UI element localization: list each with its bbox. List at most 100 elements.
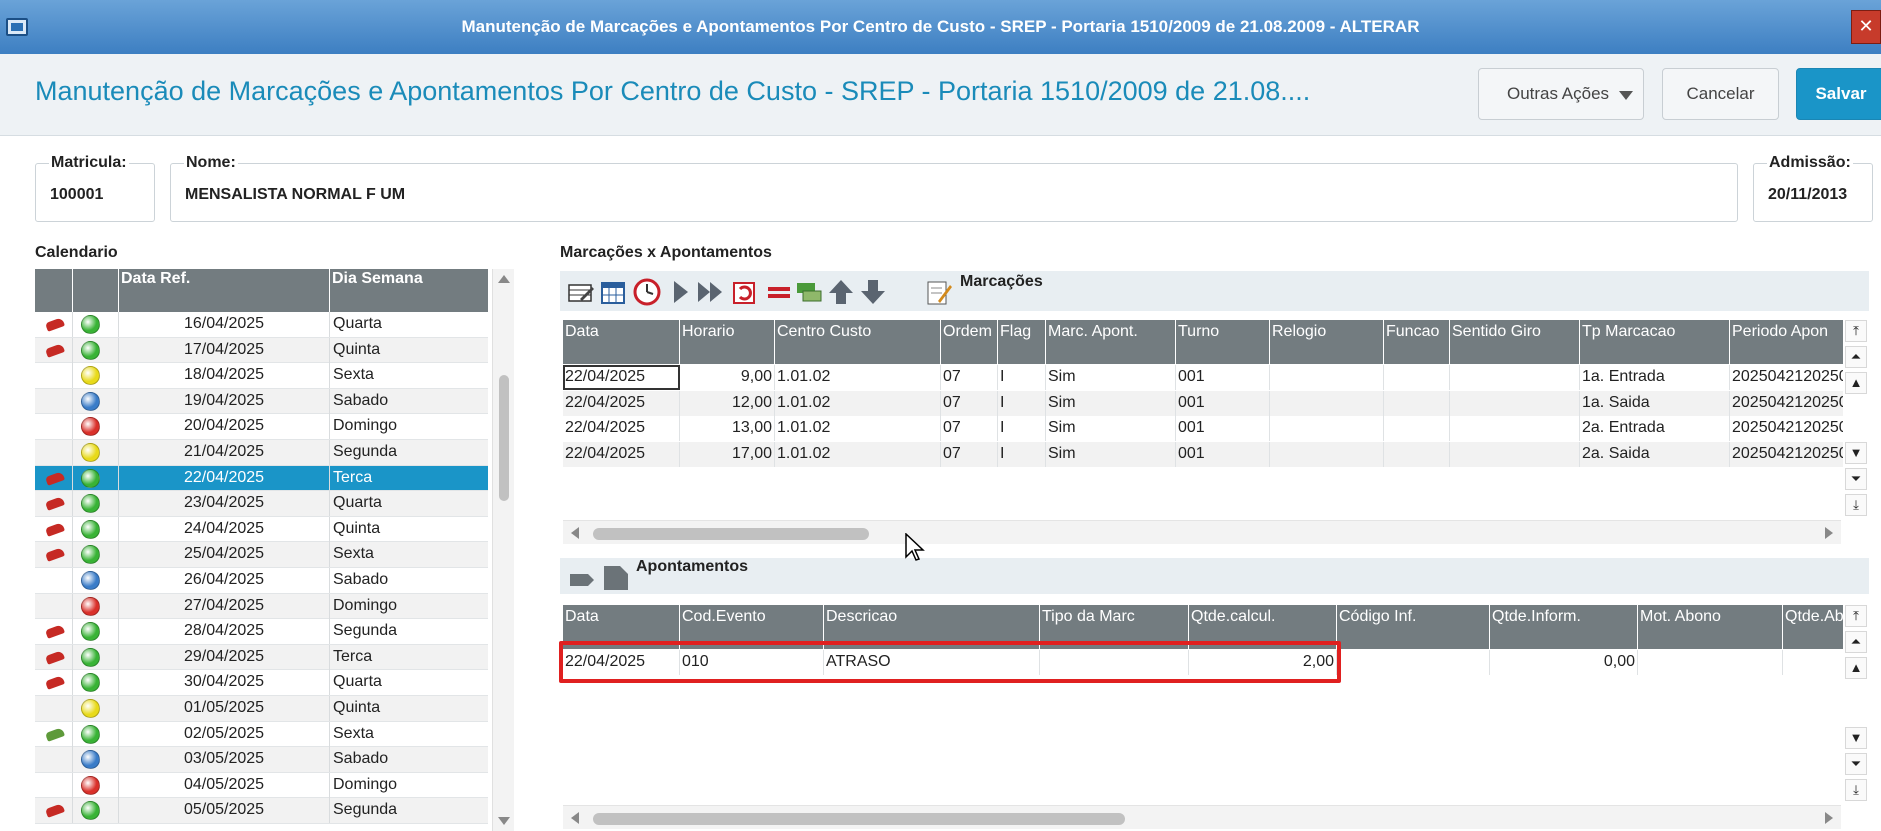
- apontamentos-col-header[interactable]: Qtde.Ab: [1783, 605, 1844, 649]
- clock-icon[interactable]: [632, 277, 662, 307]
- scroll-last-icon[interactable]: ⤓: [1845, 494, 1867, 516]
- scroll-down-icon[interactable]: [498, 817, 510, 825]
- marcacoes-col-header[interactable]: Relogio: [1270, 320, 1384, 364]
- apontamentos-col-header[interactable]: Qtde.Inform.: [1490, 605, 1638, 649]
- calendar-row[interactable]: 04/05/2025 Domingo: [35, 772, 488, 799]
- calendar-row[interactable]: 27/04/2025 Domingo: [35, 593, 488, 620]
- calendar-row[interactable]: 25/04/2025 Sexta: [35, 542, 488, 568]
- window-close-icon[interactable]: ✕: [1851, 10, 1881, 44]
- move-icon[interactable]: [568, 564, 598, 594]
- marcacoes-col-header[interactable]: Data: [563, 320, 680, 364]
- marcacoes-col-header[interactable]: Tp Marcacao: [1580, 320, 1730, 364]
- scroll-right-icon[interactable]: [1825, 527, 1833, 539]
- marcacoes-cell: 1.01.02: [775, 416, 941, 441]
- apontamentos-col-header[interactable]: Qtde.calcul.: [1189, 605, 1337, 649]
- scroll-up-icon[interactable]: [498, 275, 510, 283]
- calendar-icon[interactable]: [598, 277, 628, 307]
- calendar-row[interactable]: 23/04/2025 Quarta: [35, 491, 488, 517]
- calendar-row[interactable]: 22/04/2025 Terca: [35, 465, 488, 492]
- marcacoes-col-header[interactable]: Turno: [1176, 320, 1270, 364]
- scroll-page-down-icon[interactable]: ⏷: [1845, 468, 1867, 490]
- hscroll-thumb[interactable]: [593, 528, 869, 540]
- marcacoes-row[interactable]: 22/04/2025 9,00 1.01.02 07 I Sim 001 1a. Entrad…: [563, 365, 1844, 391]
- play-icon[interactable]: [666, 277, 696, 307]
- apontamentos-row[interactable]: 22/04/2025 010 ATRASO 2,00 0,00: [563, 650, 1844, 676]
- cancelar-button[interactable]: Cancelar: [1662, 68, 1779, 120]
- scroll-down-icon[interactable]: ▼: [1845, 442, 1867, 464]
- fast-forward-icon[interactable]: [696, 277, 726, 307]
- marcacoes-hscroll[interactable]: [563, 520, 1841, 544]
- undo-icon[interactable]: [730, 277, 760, 307]
- calendar-row[interactable]: 02/05/2025 Sexta: [35, 721, 488, 748]
- apontamentos-hscroll[interactable]: [563, 805, 1841, 829]
- calendar-row[interactable]: 29/04/2025 Terca: [35, 644, 488, 671]
- outras-acoes-button[interactable]: Outras Ações: [1478, 68, 1644, 120]
- marcacoes-col-header[interactable]: Periodo Apon: [1730, 320, 1844, 364]
- marcacoes-col-header[interactable]: Horario: [680, 320, 775, 364]
- matricula-field[interactable]: Matricula: 100001: [35, 154, 155, 222]
- arrow-down-icon[interactable]: [858, 277, 888, 307]
- scroll-right-icon[interactable]: [1825, 812, 1833, 824]
- apontamentos-col-header[interactable]: Tipo da Marc: [1040, 605, 1189, 649]
- marcacoes-cell: 1a. Entrada: [1580, 365, 1730, 390]
- calendar-scrollbar[interactable]: [492, 269, 514, 831]
- scroll-page-down-icon[interactable]: ⏷: [1845, 753, 1867, 775]
- calendar-row[interactable]: 03/05/2025 Sabado: [35, 747, 488, 773]
- calendar-row-icon-cell: [35, 337, 73, 363]
- col-dia-semana-header[interactable]: Dia Semana: [330, 269, 488, 312]
- marcacoes-row[interactable]: 22/04/2025 13,00 1.01.02 07 I Sim 001 2a. Entra…: [563, 416, 1844, 442]
- calendar-row[interactable]: 24/04/2025 Quinta: [35, 516, 488, 543]
- calendar-row[interactable]: 21/04/2025 Segunda: [35, 440, 488, 466]
- scroll-last-icon[interactable]: ⤓: [1845, 779, 1867, 801]
- marcacoes-col-header[interactable]: Sentido Giro: [1450, 320, 1580, 364]
- scroll-page-up-icon[interactable]: ⏶: [1845, 631, 1867, 653]
- marcacoes-col-header[interactable]: Ordem: [941, 320, 998, 364]
- nome-field[interactable]: Nome: MENSALISTA NORMAL F UM: [170, 154, 1738, 222]
- calendar-row[interactable]: 05/05/2025 Segunda: [35, 798, 488, 824]
- calendar-row[interactable]: 18/04/2025 Sexta: [35, 363, 488, 389]
- marcacoes-col-header[interactable]: Flag: [998, 320, 1046, 364]
- scroll-up-icon[interactable]: ▲: [1845, 372, 1867, 394]
- col-data-ref-header[interactable]: Data Ref.: [119, 269, 330, 312]
- calendar-row[interactable]: 19/04/2025 Sabado: [35, 388, 488, 415]
- marcacoes-col-header[interactable]: Centro Custo: [775, 320, 941, 364]
- salvar-button[interactable]: Salvar: [1796, 68, 1881, 120]
- edit-grid-icon[interactable]: [566, 277, 596, 307]
- calendar-row[interactable]: 17/04/2025 Quinta: [35, 337, 488, 364]
- apontamentos-col-header[interactable]: Código Inf.: [1337, 605, 1490, 649]
- admissao-field[interactable]: Admissão: 20/11/2013: [1753, 154, 1873, 222]
- scroll-down-icon[interactable]: ▼: [1845, 727, 1867, 749]
- scroll-page-up-icon[interactable]: ⏶: [1845, 346, 1867, 368]
- scroll-left-icon[interactable]: [571, 527, 579, 539]
- marcacoes-col-header[interactable]: Marc. Apont.: [1046, 320, 1176, 364]
- marcacoes-col-header[interactable]: Funcao: [1384, 320, 1450, 364]
- status-yellow-icon: [81, 366, 100, 386]
- apontamentos-col-header[interactable]: Descricao: [824, 605, 1040, 649]
- status-cell: [73, 747, 119, 773]
- apontamentos-col-header[interactable]: Cod.Evento: [680, 605, 824, 649]
- hscroll-thumb[interactable]: [593, 813, 1125, 825]
- arrow-up-icon[interactable]: [826, 277, 856, 307]
- apontamentos-col-header[interactable]: Data: [563, 605, 680, 649]
- calendar-row[interactable]: 16/04/2025 Quarta: [35, 312, 488, 338]
- edit-note-icon[interactable]: [924, 277, 954, 307]
- equals-icon[interactable]: [764, 277, 794, 307]
- marcacoes-row[interactable]: 22/04/2025 17,00 1.01.02 07 I Sim 001 2a. Saida…: [563, 441, 1844, 467]
- calendar-row[interactable]: 30/04/2025 Quarta: [35, 670, 488, 696]
- scroll-thumb[interactable]: [499, 375, 509, 501]
- scroll-first-icon[interactable]: ⤒: [1845, 605, 1867, 627]
- apontamentos-col-header[interactable]: Mot. Abono: [1638, 605, 1783, 649]
- marcacoes-row[interactable]: 22/04/2025 12,00 1.01.02 07 I Sim 001 1a. Saida…: [563, 390, 1844, 416]
- calendar-row[interactable]: 20/04/2025 Domingo: [35, 414, 488, 440]
- scroll-up-icon[interactable]: ▲: [1845, 657, 1867, 679]
- scroll-first-icon[interactable]: ⤒: [1845, 320, 1867, 342]
- dia-semana-cell: Sabado: [333, 391, 389, 409]
- calendar-row-icon-cell: [35, 440, 73, 465]
- scroll-left-icon[interactable]: [571, 812, 579, 824]
- calendar-row[interactable]: 01/05/2025 Quinta: [35, 696, 488, 722]
- document-icon[interactable]: [600, 562, 630, 592]
- status-green-icon: [81, 622, 100, 642]
- calendar-row[interactable]: 26/04/2025 Sabado: [35, 568, 488, 594]
- money-transfer-icon[interactable]: [794, 277, 824, 307]
- calendar-row[interactable]: 28/04/2025 Segunda: [35, 619, 488, 645]
